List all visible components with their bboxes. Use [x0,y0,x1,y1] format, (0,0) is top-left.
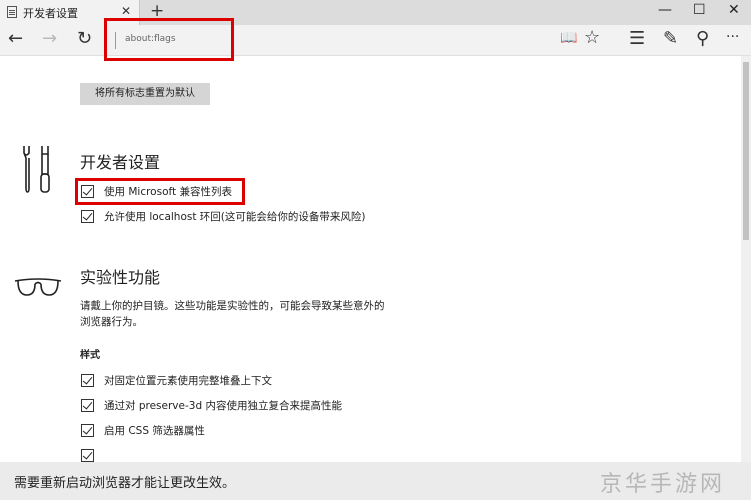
tools-icon [23,146,50,193]
checkbox-localhost-loopback[interactable] [81,210,94,223]
checkbox-partially-hidden[interactable] [81,449,94,462]
more-icon[interactable]: ··· [726,29,739,45]
experimental-description: 请戴上你的护目镜。这些功能是实验性的，可能会导致某些意外的浏览器行为。 [80,300,385,328]
checkbox-fixed-position-stacking[interactable] [81,374,94,387]
favorite-star-icon[interactable]: ☆ [584,27,600,48]
reset-flags-button[interactable]: 将所有标志重置为默认 [80,83,210,105]
watermark: 京华手游网 [600,472,726,497]
checkbox-preserve-3d[interactable] [81,399,94,412]
maximize-button[interactable]: ☐ [693,2,706,18]
checkbox-css-filter[interactable] [81,424,94,437]
option-highlight-box [75,178,245,205]
localhost-loopback-label: 允许使用 localhost 环回(这可能会给你的设备带来风险) [104,211,366,223]
forward-arrow-icon[interactable]: → [42,28,57,49]
tab-close-icon[interactable]: ✕ [121,4,131,18]
reading-view-icon[interactable]: 📖 [560,30,577,46]
scrollbar-thumb[interactable] [743,62,749,240]
preserve-3d-label: 通过对 preserve-3d 内容使用独立复合来提高性能 [104,400,342,412]
web-note-icon[interactable]: ✎ [663,28,678,49]
fixed-position-stacking-label: 对固定位置元素使用完整堆叠上下文 [104,375,272,387]
css-filter-label: 启用 CSS 筛选器属性 [104,425,205,437]
back-arrow-icon[interactable]: ← [8,28,23,49]
developer-settings-heading: 开发者设置 [80,153,161,172]
address-highlight-box [104,18,234,61]
close-button[interactable]: ✕ [728,2,740,18]
refresh-icon[interactable]: ↻ [77,28,92,49]
tab-title: 开发者设置 [23,7,78,20]
page-icon [7,6,17,18]
restart-notification-text: 需要重新启动浏览器才能让更改生效。 [14,476,236,491]
hub-icon[interactable]: ☰ [629,28,645,49]
style-subheading: 样式 [80,350,100,361]
share-icon[interactable]: ⚲ [696,28,709,49]
glasses-icon [14,278,62,296]
experimental-features-heading: 实验性功能 [80,268,161,287]
minimize-button[interactable]: — [658,2,672,18]
